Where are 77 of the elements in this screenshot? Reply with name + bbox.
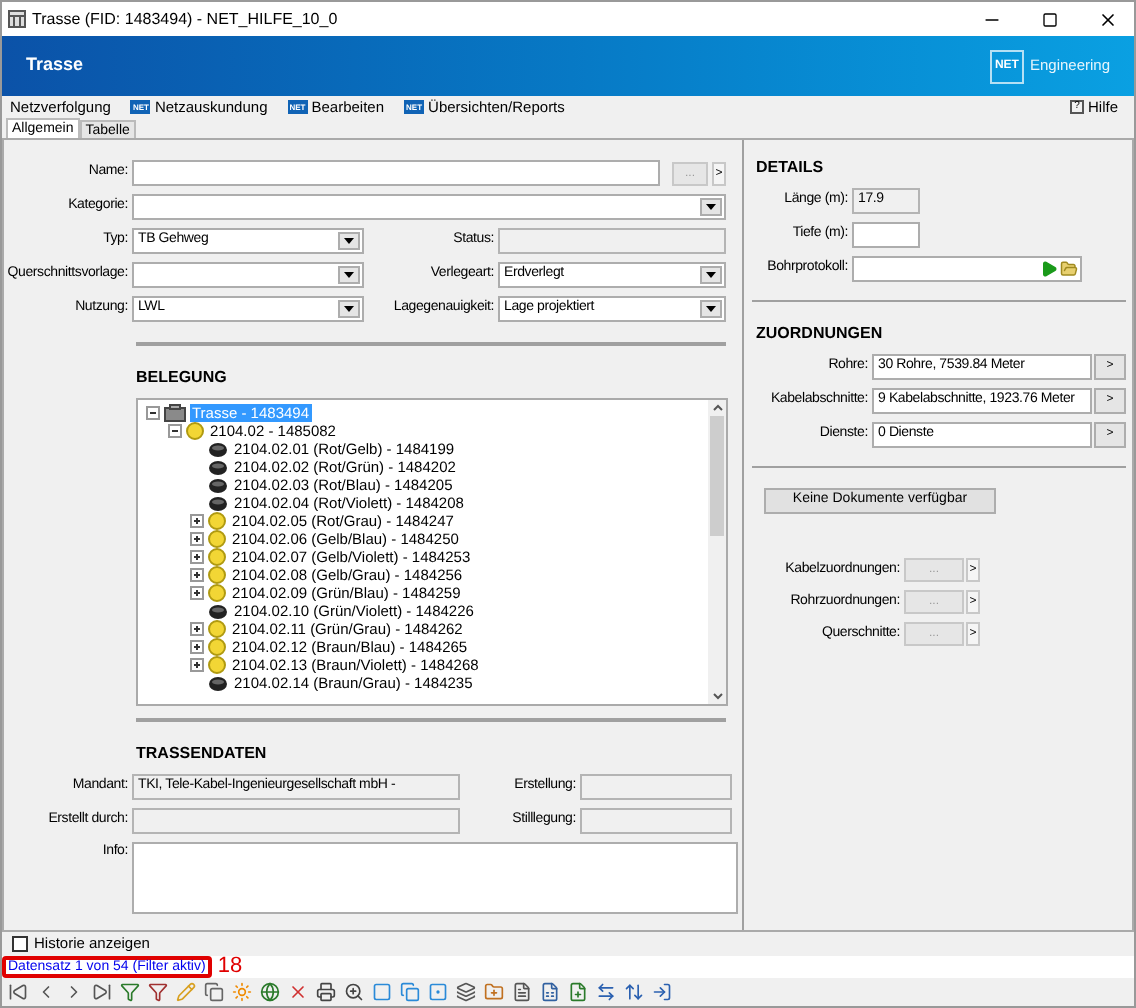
caret-icon [344,238,354,244]
scroll-up-icon[interactable] [711,400,723,416]
cable-icon [208,603,228,619]
expand-icon[interactable] [190,640,204,654]
window-title: Trasse (FID: 1483494) - NET_HILFE_10_0 [32,7,340,31]
last-icon[interactable] [92,982,112,1002]
info-field[interactable] [132,842,738,914]
circle-icon [208,584,226,602]
cabinet-icon [164,404,186,422]
collapse-icon[interactable] [146,406,160,420]
maximize-icon[interactable] [1042,11,1058,27]
dropdown-button[interactable] [338,300,360,318]
scroll-down-icon[interactable] [711,688,723,704]
scrollbar[interactable] [708,400,726,704]
expand-icon[interactable] [190,658,204,672]
delete-icon[interactable] [288,982,308,1002]
number-field[interactable] [852,222,920,248]
dropdown-button[interactable] [700,198,722,216]
exit-icon[interactable] [652,982,672,1002]
circle-icon [208,548,226,566]
select-field[interactable] [132,262,364,288]
section-title: ZUORDNUNGEN [756,322,885,346]
caret-icon [706,204,716,210]
dropdown-button[interactable] [700,266,722,284]
caret-icon [706,306,716,312]
caret-icon [344,272,354,278]
circle-icon [186,422,204,440]
collapse-icon[interactable] [168,424,182,438]
layers-icon[interactable] [400,982,420,1002]
first-icon[interactable] [8,982,28,1002]
name-field[interactable] [132,160,660,186]
dropdown-button[interactable] [338,232,360,250]
caret-icon [344,306,354,312]
square-icon[interactable] [372,982,392,1002]
circle-icon [208,656,226,674]
filter-add-icon[interactable] [120,982,140,1002]
circle-icon [208,638,226,656]
play-icon[interactable] [1040,260,1058,278]
printer-icon[interactable] [316,982,336,1002]
callout-number: 18 [217,956,243,978]
window-icon [8,10,26,28]
expand-icon[interactable] [190,532,204,546]
stack-icon[interactable] [456,982,476,1002]
expand-icon[interactable] [190,550,204,564]
scroll-thumb[interactable] [710,416,724,536]
circle-icon [208,530,226,548]
expand-icon[interactable] [190,568,204,582]
swap-icon[interactable] [596,982,616,1002]
sort-icon[interactable] [624,982,644,1002]
circle-icon [208,512,226,530]
document-add-icon[interactable] [568,982,588,1002]
cable-icon [208,675,228,691]
header-title: Trasse [26,52,86,79]
section-title: DETAILS [756,156,826,180]
dropdown-button[interactable] [338,266,360,284]
circle-icon [208,620,226,638]
close-icon[interactable] [1098,9,1118,29]
tree-view[interactable] [136,398,728,706]
expand-icon[interactable] [190,514,204,528]
frame-icon[interactable] [428,982,448,1002]
folder-icon[interactable] [484,982,504,1002]
globe-icon[interactable] [260,982,280,1002]
sheet-icon[interactable] [540,982,560,1002]
history-checkbox[interactable] [12,936,28,952]
folder-icon[interactable] [1060,260,1078,278]
circle-icon [208,566,226,584]
file-field[interactable] [852,256,1082,282]
filter-remove-icon[interactable] [148,982,168,1002]
dropdown-button[interactable] [700,300,722,318]
document-icon[interactable] [512,982,532,1002]
caret-icon [706,272,716,278]
section-title: BELEGUNG [136,366,229,390]
zoom-icon[interactable] [344,982,364,1002]
section-title: TRASSENDATEN [136,742,269,766]
expand-icon[interactable] [190,622,204,636]
expand-icon[interactable] [190,586,204,600]
copy-icon[interactable] [204,982,224,1002]
